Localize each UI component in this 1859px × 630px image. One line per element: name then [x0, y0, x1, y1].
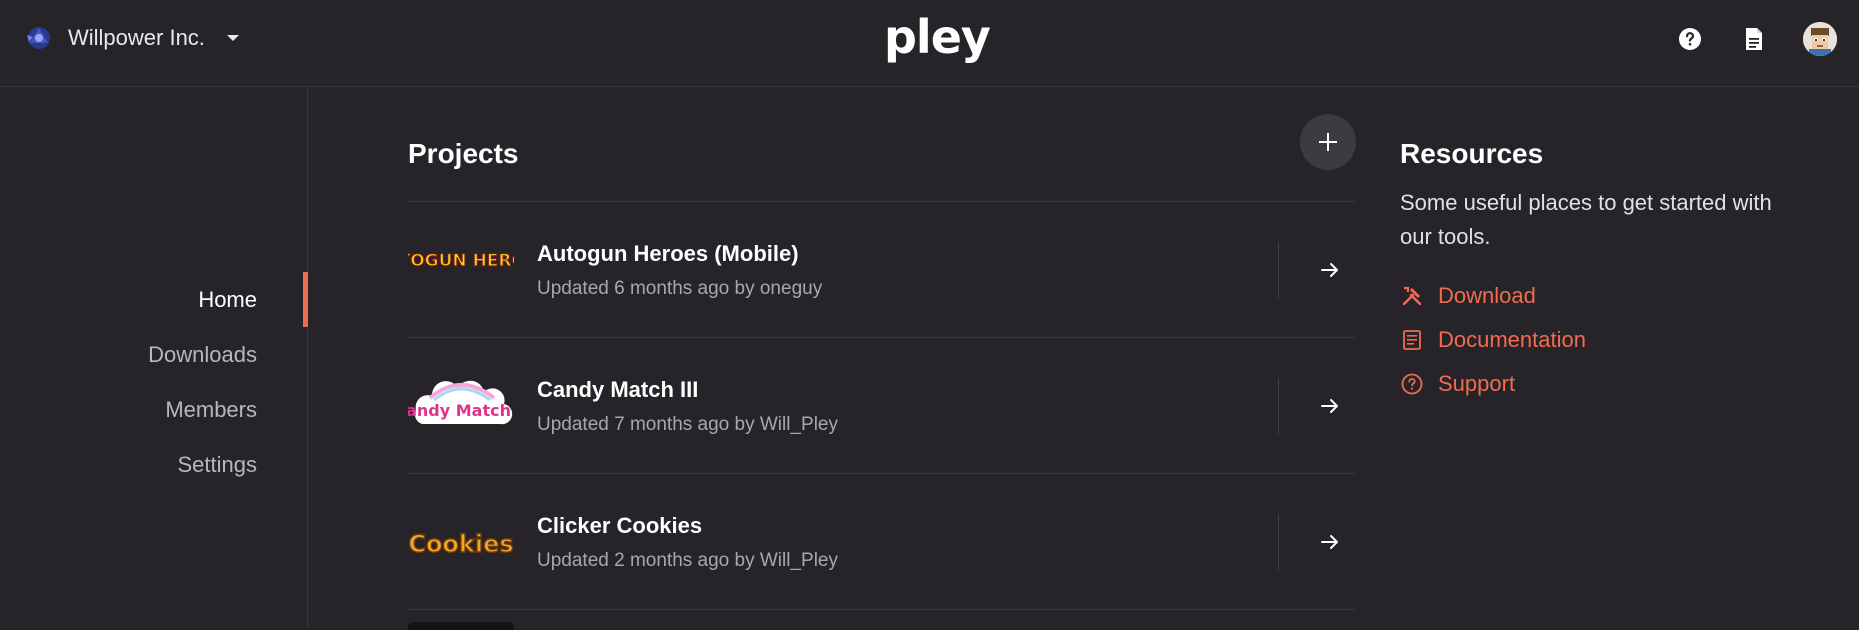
- support-link[interactable]: Support: [1400, 362, 1800, 406]
- sidebar-item-settings[interactable]: Settings: [0, 437, 307, 492]
- project-row-partial[interactable]: [408, 610, 1356, 630]
- sidebar-item-label: Downloads: [148, 341, 257, 367]
- help-circle-icon: [1400, 372, 1424, 396]
- documentation-link-label: Documentation: [1438, 327, 1586, 352]
- org-logo-icon: [27, 27, 50, 49]
- sidebar-item-downloads[interactable]: Downloads: [0, 327, 307, 382]
- page-title: Projects: [408, 138, 519, 169]
- sidebar-item-label: Members: [165, 396, 257, 422]
- tools-icon: [1400, 284, 1424, 308]
- org-name: Willpower Inc.: [68, 25, 205, 50]
- project-thumbnail: Cookies: [408, 529, 514, 558]
- row-divider: [1278, 378, 1279, 434]
- project-thumbnail: [408, 622, 514, 630]
- project-thumbnail: AUTOGUN HEROES: [408, 250, 514, 271]
- resources-panel: Resources Some useful places to get star…: [1400, 138, 1800, 406]
- sidebar-item-home[interactable]: Home: [0, 272, 308, 327]
- project-name: Clicker Cookies: [537, 513, 703, 538]
- project-row-candy-match[interactable]: Candy Match 3 Candy Match III Updated 7 …: [408, 338, 1356, 474]
- thumb-line-1: AUTOGUN HEROES: [408, 251, 514, 271]
- sidebar-item-label: Home: [198, 286, 257, 312]
- document-icon: [1400, 328, 1424, 352]
- sidebar-nav: Home Downloads Members Settings: [0, 272, 308, 492]
- project-meta: Updated 6 months ago by oneguy: [537, 278, 823, 299]
- arrow-right-icon[interactable]: [1318, 530, 1342, 554]
- projects-header: Projects: [408, 88, 1356, 202]
- project-name: Autogun Heroes (Mobile): [537, 241, 799, 266]
- docs-icon[interactable]: [1739, 24, 1769, 54]
- row-divider: [1278, 514, 1279, 570]
- avatar-icon: [1803, 22, 1837, 56]
- download-link-label: Download: [1438, 283, 1536, 308]
- documentation-link[interactable]: Documentation: [1400, 318, 1800, 362]
- thumb-title: Candy Match 3: [408, 401, 514, 420]
- project-meta: Updated 2 months ago by Will_Pley: [537, 550, 838, 571]
- resources-title: Resources: [1400, 138, 1544, 169]
- sidebar-item-members[interactable]: Members: [0, 382, 307, 437]
- brand-logo[interactable]: pley: [884, 10, 991, 64]
- chevron-down-icon: [226, 35, 239, 41]
- org-switcher[interactable]: Willpower Inc.: [24, 20, 239, 56]
- row-divider: [1278, 242, 1279, 298]
- add-project-button[interactable]: [1300, 114, 1356, 170]
- project-meta: Updated 7 months ago by Will_Pley: [537, 414, 838, 435]
- top-bar: Willpower Inc. pley: [0, 0, 1859, 87]
- project-row-autogun-heroes[interactable]: AUTOGUN HEROES Autogun Heroes (Mobile) U…: [408, 202, 1356, 338]
- sidebar: Home Downloads Members Settings: [0, 88, 308, 628]
- projects-panel: Projects AUTOGUN HEROES Autogun Heroes (…: [408, 88, 1356, 630]
- resources-description: Some useful places to get started with o…: [1400, 190, 1772, 249]
- arrow-right-icon[interactable]: [1318, 258, 1342, 282]
- project-row-clicker-cookies[interactable]: Cookies Clicker Cookies Updated 2 months…: [408, 474, 1356, 610]
- project-thumbnail: Candy Match 3: [408, 380, 514, 425]
- download-link[interactable]: Download: [1400, 274, 1800, 318]
- support-link-label: Support: [1438, 371, 1516, 396]
- help-icon[interactable]: [1675, 24, 1705, 54]
- plus-icon: [1319, 133, 1337, 151]
- thumb-title: Cookies: [408, 530, 513, 558]
- sidebar-item-label: Settings: [177, 451, 258, 477]
- project-name: Candy Match III: [537, 377, 699, 402]
- avatar[interactable]: [1803, 22, 1837, 56]
- arrow-right-icon[interactable]: [1318, 394, 1342, 418]
